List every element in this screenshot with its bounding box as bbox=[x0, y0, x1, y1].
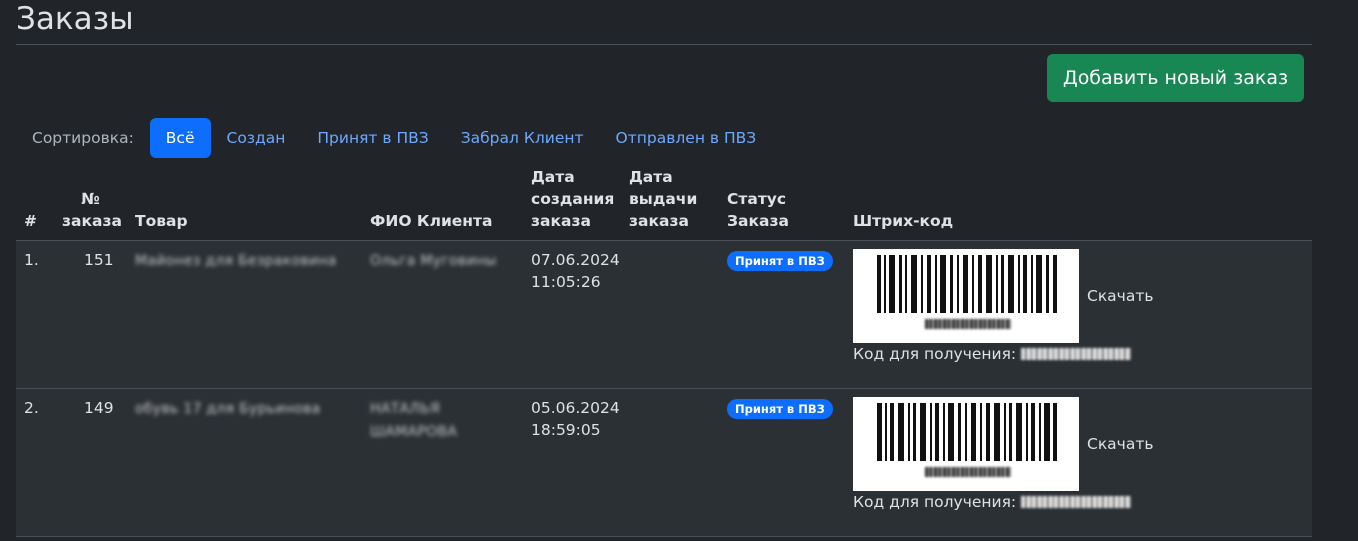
cell-status: Принят в ПВЗ bbox=[719, 240, 845, 389]
header-order-no: № заказа bbox=[54, 164, 127, 241]
cell-client: НАТАЛЬЯ ШАМАРОВА bbox=[362, 388, 523, 537]
barcode-image bbox=[853, 248, 1079, 343]
sort-option-all[interactable]: Всё bbox=[149, 118, 211, 158]
orders-table: # № заказа Товар ФИО Клиента Дата создания… bbox=[16, 164, 1312, 537]
download-link[interactable]: Скачать bbox=[1087, 433, 1154, 455]
pickup-code-value bbox=[1021, 348, 1132, 360]
cell-created: 07.06.2024 11:05:26 bbox=[523, 240, 621, 389]
cell-barcode: Скачать Код для получения: bbox=[845, 388, 1312, 537]
table-header-row: # № заказа Товар ФИО Клиента Дата создания… bbox=[16, 164, 1312, 241]
status-badge: Принят в ПВЗ bbox=[727, 250, 833, 271]
cell-order-no: 149 bbox=[54, 388, 127, 537]
title-divider bbox=[16, 44, 1312, 45]
header-client: ФИО Клиента bbox=[362, 164, 523, 241]
pickup-code-value bbox=[1021, 496, 1132, 508]
header-barcode: Штрих-код bbox=[845, 164, 1312, 241]
sort-label: Сортировка: bbox=[32, 129, 134, 147]
cell-issued bbox=[621, 388, 719, 537]
sort-option-accepted-pvz[interactable]: Принят в ПВЗ bbox=[301, 118, 444, 158]
pickup-code: Код для получения: bbox=[853, 491, 1304, 513]
cell-client: Ольга Муговины bbox=[362, 240, 523, 389]
table-row: 2. 149 обувь 17 для Бурьинова НАТАЛЬЯ ШАМ… bbox=[16, 388, 1312, 537]
page-title: Заказы bbox=[16, 1, 134, 37]
barcode-number bbox=[925, 466, 1011, 477]
header-issued: Дата выдачи заказа bbox=[621, 164, 719, 241]
sort-bar: Сортировка: Всё Создан Принят в ПВЗ Забр… bbox=[32, 118, 772, 158]
cell-order-no: 151 bbox=[54, 240, 127, 389]
pickup-code: Код для получения: bbox=[853, 343, 1304, 365]
cell-status: Принят в ПВЗ bbox=[719, 388, 845, 537]
cell-product: Майонез для Безраковина bbox=[127, 240, 362, 389]
header-status: Статус Заказа bbox=[719, 164, 845, 241]
status-badge: Принят в ПВЗ bbox=[727, 398, 833, 419]
barcode-number bbox=[925, 318, 1011, 329]
sort-option-created[interactable]: Создан bbox=[211, 118, 302, 158]
header-index: # bbox=[16, 164, 54, 241]
header-created: Дата создания заказа bbox=[523, 164, 621, 241]
cell-barcode: Скачать Код для получения: bbox=[845, 240, 1312, 389]
cell-index: 1. bbox=[16, 240, 54, 389]
table-row: 1. 151 Майонез для Безраковина Ольга Муг… bbox=[16, 240, 1312, 389]
download-link[interactable]: Скачать bbox=[1087, 285, 1154, 307]
sort-option-sent-pvz[interactable]: Отправлен в ПВЗ bbox=[600, 118, 773, 158]
add-order-button[interactable]: Добавить новый заказ bbox=[1047, 54, 1304, 102]
sort-option-picked-up[interactable]: Забрал Клиент bbox=[445, 118, 600, 158]
barcode-bars bbox=[877, 254, 1057, 313]
cell-product: обувь 17 для Бурьинова bbox=[127, 388, 362, 537]
barcode-bars bbox=[877, 402, 1057, 461]
cell-index: 2. bbox=[16, 388, 54, 537]
header-product: Товар bbox=[127, 164, 362, 241]
cell-issued bbox=[621, 240, 719, 389]
barcode-image bbox=[853, 396, 1079, 491]
cell-created: 05.06.2024 18:59:05 bbox=[523, 388, 621, 537]
